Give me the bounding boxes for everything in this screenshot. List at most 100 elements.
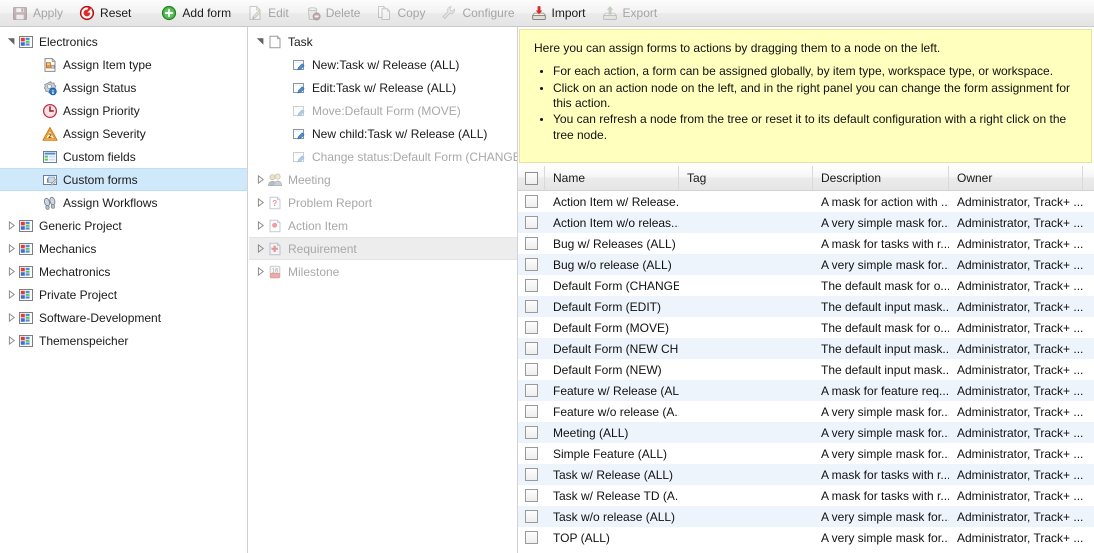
table-row[interactable]: Bug w/o release (ALL) A very simple mask … (518, 254, 1094, 275)
row-checkbox[interactable] (525, 321, 538, 334)
table-row[interactable]: Default Form (EDIT) The default input mas… (518, 296, 1094, 317)
row-checkbox[interactable] (525, 468, 538, 481)
workspace-tree-node[interactable]: Generic Project (0, 214, 247, 237)
row-checkbox[interactable] (525, 258, 538, 271)
row-checkbox[interactable] (525, 216, 538, 229)
row-select-cell[interactable] (518, 317, 545, 338)
chevron-right-icon[interactable] (4, 306, 18, 329)
row-select-cell[interactable] (518, 422, 545, 443)
chevron-right-icon[interactable] (253, 191, 267, 214)
row-checkbox[interactable] (525, 405, 538, 418)
workspace-tree-node[interactable]: Mechanics (0, 237, 247, 260)
column-header-name[interactable]: Name (545, 166, 679, 190)
chevron-right-icon[interactable] (4, 283, 18, 306)
row-select-cell[interactable] (518, 233, 545, 254)
row-select-cell[interactable] (518, 527, 545, 548)
action-tree-node[interactable]: Edit:Task w/ Release (ALL) (249, 76, 517, 99)
toolbar-reset-button[interactable]: Reset (71, 1, 139, 25)
table-row[interactable]: Default Form (NEW) The default input mask… (518, 359, 1094, 380)
row-checkbox[interactable] (525, 426, 538, 439)
chevron-right-icon[interactable] (4, 329, 18, 352)
column-header-tag[interactable]: Tag (679, 166, 813, 190)
row-select-cell[interactable] (518, 212, 545, 233)
chevron-down-icon[interactable] (4, 30, 18, 53)
table-row[interactable]: Feature w/o release (A... A very simple m… (518, 401, 1094, 422)
chevron-right-icon[interactable] (253, 237, 267, 260)
row-select-cell[interactable] (518, 296, 545, 317)
table-row[interactable]: Meeting (ALL) A very simple mask for... Ad… (518, 422, 1094, 443)
row-select-cell[interactable] (518, 401, 545, 422)
row-checkbox[interactable] (525, 195, 538, 208)
row-select-cell[interactable] (518, 443, 545, 464)
action-tree-node[interactable]: New child:Task w/ Release (ALL) (249, 122, 517, 145)
item-type-action-tree-panel[interactable]: Task New:Task w/ Release (ALL) Edit:Task w… (249, 27, 518, 553)
table-row[interactable]: Action Item w/ Release... A mask for acti… (518, 191, 1094, 212)
toolbar-add-form-button[interactable]: Add form (153, 1, 239, 25)
action-tree-node[interactable]: Requirement (249, 237, 517, 260)
row-select-cell[interactable] (518, 275, 545, 296)
action-tree-node[interactable]: New:Task w/ Release (ALL) (249, 53, 517, 76)
table-row[interactable]: TOP (ALL) A very simple mask for... Admini… (518, 527, 1094, 548)
row-checkbox[interactable] (525, 279, 538, 292)
row-checkbox[interactable] (525, 237, 538, 250)
workspace-tree-node[interactable]: Mechatronics (0, 260, 247, 283)
row-checkbox[interactable] (525, 300, 538, 313)
row-select-cell[interactable] (518, 254, 545, 275)
workspace-tree-node[interactable]: Electronics (0, 30, 247, 53)
row-checkbox[interactable] (525, 510, 538, 523)
chevron-down-icon[interactable] (253, 30, 267, 53)
row-checkbox[interactable] (525, 531, 538, 544)
row-select-cell[interactable] (518, 380, 545, 401)
workspace-tree-node[interactable]: 2 Assign Severity (0, 122, 247, 145)
row-checkbox[interactable] (525, 384, 538, 397)
column-header-owner[interactable]: Owner (949, 166, 1083, 190)
chevron-right-icon[interactable] (253, 168, 267, 191)
action-tree-node[interactable]: Task (249, 30, 517, 53)
row-checkbox[interactable] (525, 363, 538, 376)
action-tree-node[interactable]: Move:Default Form (MOVE) (249, 99, 517, 122)
workspace-tree-node[interactable]: Assign Status (0, 76, 247, 99)
workspace-tree-node[interactable]: I Custom forms (0, 168, 247, 191)
table-row[interactable]: Simple Feature (ALL) A very simple mask f… (518, 443, 1094, 464)
action-tree-node[interactable]: 16 Milestone (249, 260, 517, 283)
select-all-checkbox[interactable] (524, 171, 538, 185)
forms-table-body[interactable]: Action Item w/ Release... A mask for acti… (518, 191, 1094, 548)
table-row[interactable]: Task w/o release (ALL) A very simple mask… (518, 506, 1094, 527)
workspace-tree-node[interactable]: Themenspeicher (0, 329, 247, 352)
workspace-tree-node[interactable]: Assign Workflows (0, 191, 247, 214)
forms-table[interactable]: Name Tag Description Owner Action Item w… (518, 166, 1094, 553)
workspace-tree-node[interactable]: Software-Development (0, 306, 247, 329)
chevron-right-icon[interactable] (4, 214, 18, 237)
chevron-right-icon[interactable] (4, 260, 18, 283)
row-select-cell[interactable] (518, 506, 545, 527)
workspace-tree-node[interactable]: Private Project (0, 283, 247, 306)
workspace-tree-node[interactable]: Assign Priority (0, 99, 247, 122)
table-row[interactable]: Default Form (NEW CH... The default input… (518, 338, 1094, 359)
row-select-cell[interactable] (518, 338, 545, 359)
table-row[interactable]: Bug w/ Releases (ALL) A mask for tasks wi… (518, 233, 1094, 254)
workspace-tree-panel[interactable]: Electronics Assign Item type Assign Status… (0, 27, 248, 553)
table-row[interactable]: Task w/ Release TD (A... A mask for tasks… (518, 485, 1094, 506)
toolbar-import-button[interactable]: Import (523, 1, 594, 25)
table-row[interactable]: Task w/ Release (ALL) A mask for tasks wi… (518, 464, 1094, 485)
row-checkbox[interactable] (525, 447, 538, 460)
row-select-cell[interactable] (518, 464, 545, 485)
chevron-right-icon[interactable] (4, 237, 18, 260)
workspace-tree-node[interactable]: Custom fields (0, 145, 247, 168)
chevron-right-icon[interactable] (253, 214, 267, 237)
select-all-header-cell[interactable] (518, 166, 545, 190)
action-tree-node[interactable]: ? Problem Report (249, 191, 517, 214)
row-select-cell[interactable] (518, 191, 545, 212)
table-row[interactable]: Feature w/ Release (ALL) A mask for featu… (518, 380, 1094, 401)
row-checkbox[interactable] (525, 489, 538, 502)
table-row[interactable]: Default Form (CHANGE... The default mask … (518, 275, 1094, 296)
action-tree-node[interactable]: Change status:Default Form (CHANGE STATU… (249, 145, 517, 168)
table-row[interactable]: Action Item w/o releas... A very simple m… (518, 212, 1094, 233)
column-header-description[interactable]: Description (813, 166, 949, 190)
row-select-cell[interactable] (518, 359, 545, 380)
table-row[interactable]: Default Form (MOVE) The default mask for … (518, 317, 1094, 338)
row-select-cell[interactable] (518, 485, 545, 506)
action-tree-node[interactable]: Meeting (249, 168, 517, 191)
workspace-tree-node[interactable]: Assign Item type (0, 53, 247, 76)
chevron-right-icon[interactable] (253, 260, 267, 283)
